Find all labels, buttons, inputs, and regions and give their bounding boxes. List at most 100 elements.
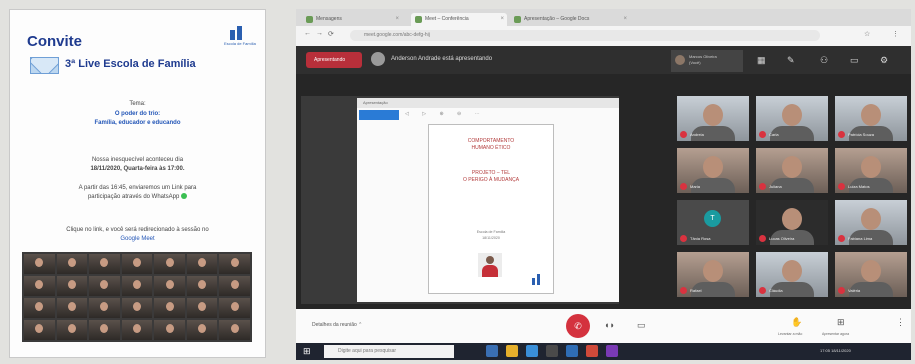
presenting-button[interactable]: Apresentando [306,52,362,68]
taskbar-search[interactable]: Digite aqui para pesquisar [324,345,454,358]
meeting-details-button[interactable]: Detalhes da reunião ⌃ [312,322,362,328]
participant-name: Valéria [848,288,861,293]
camera-icon[interactable]: ▭ [637,320,646,331]
slide-caption-1: Escola de Família [476,230,506,234]
layout-icon[interactable]: ▦ [757,55,766,66]
back-icon[interactable]: ← [304,30,311,37]
participant-tile[interactable]: Cláudia [756,252,828,297]
pin-icon[interactable]: ✎ [787,55,795,66]
grid-thumbnail-cell [24,276,55,296]
browser-tab[interactable]: Mensagens × [302,13,402,26]
participant-face [861,156,881,178]
tab-close-icon[interactable]: × [395,13,399,26]
tab-close-icon[interactable]: × [500,13,504,26]
forward-icon[interactable]: → [316,30,323,37]
chrome-icon[interactable] [586,345,598,357]
mic-muted-icon [759,235,766,242]
participant-face [782,156,802,178]
participant-name: Lucas Oliveira [769,236,795,241]
google-meet-link[interactable]: Google Meet [20,235,255,243]
grid-thumbnail-cell [186,298,218,318]
slide-toolbar-button[interactable] [359,110,399,120]
meeting-line-1: Nossa inesquecível aconteceu dia [91,157,184,163]
present-now-label[interactable]: Apresentar agora [822,332,849,336]
more-options-icon[interactable]: ⋮ [896,317,905,328]
participant-name: Tânia Rosa [690,236,711,241]
mic-muted-icon [838,131,845,138]
task-view-icon[interactable] [486,345,498,357]
mail-icon[interactable] [566,345,578,357]
meet-top-bar [296,46,911,74]
end-call-button[interactable]: ✆ [566,314,590,338]
participant-face [703,260,723,282]
slide-person-image [478,253,502,277]
grid-thumbnail-cell [154,298,185,318]
grid-thumbnail-cell [186,254,218,274]
mic-muted-icon [759,131,766,138]
participant-tile[interactable]: Juliana [756,148,828,193]
reload-icon[interactable]: ⟳ [328,30,334,38]
address-bar[interactable]: meet.google.com/abc-defg-hij [350,30,820,41]
participant-face [782,104,802,126]
grid-thumbnail-cell [56,276,88,296]
mic-muted-icon [680,287,687,294]
invite-line-2: participação através do WhatsApp [87,194,180,200]
browser-menu-icon[interactable]: ⋮ [892,30,899,38]
participant-name: Rafael [690,288,702,293]
windows-start-icon[interactable]: ⊞ [303,346,311,356]
mic-muted-icon [838,183,845,190]
mic-icon[interactable]: ◖◗ [604,320,615,330]
grid-thumbnail-cell [154,276,185,296]
slide-title-2: HUMANO ÉTICO [471,145,511,151]
grid-thumbnail-cell [24,320,55,340]
browser-tab[interactable]: Meet – Conferência × [411,13,507,26]
raise-hand-icon[interactable]: ✋ [791,317,802,328]
participant-name: Carla [769,132,779,137]
file-explorer-icon[interactable] [506,345,518,357]
bookmark-star-icon[interactable]: ☆ [864,30,870,38]
slide-toolbar-icons[interactable]: ◁ ▷ ⊕ ⊖ ⋯ [405,111,486,117]
participant-tile[interactable]: Valéria [835,252,907,297]
presenter-status: Anderson Andrade está apresentando [391,56,493,62]
raise-hand-label[interactable]: Levantar a mão [778,332,802,336]
participant-face [782,208,802,230]
grid-thumbnail-cell [24,254,55,274]
participant-tile[interactable]: Carla [756,96,828,141]
store-icon[interactable] [546,345,558,357]
tab-close-icon[interactable]: × [623,13,627,26]
mic-muted-icon [759,183,766,190]
participant-tile[interactable]: Lucas Oliveira [756,200,828,245]
participant-face [703,156,723,178]
grid-thumbnail-cell [89,320,120,340]
self-view-tile: Marcos Oliveira (Você) [671,50,743,72]
settings-icon[interactable]: ⚙ [880,55,888,66]
tab-label: Meet – Conferência [425,16,469,22]
chat-icon[interactable]: ▭ [850,55,859,66]
grid-thumbnail-cell [219,298,250,318]
grid-thumbnail-cell [186,276,218,296]
slide-caption-2: 18/11/2020 [482,236,500,240]
participant-tile[interactable]: Patrícia Souza [835,96,907,141]
edge-icon[interactable] [526,345,538,357]
participant-tile[interactable]: Fabiana Lima [835,200,907,245]
browser-tab[interactable]: Apresentação – Google Docs × [510,13,630,26]
mic-muted-icon [838,287,845,294]
participant-grid-thumbnail [22,252,252,342]
mic-muted-icon [680,235,687,242]
people-icon[interactable]: ⚇ [820,55,828,66]
participant-initial-avatar: T [704,210,721,227]
participant-name: Juliana [769,184,782,189]
participant-tile[interactable]: Maria [677,148,749,193]
self-sub: (Você) [689,60,701,65]
participant-tile[interactable]: Luiza Matos [835,148,907,193]
envelope-icon [30,57,59,74]
invite-subtitle: 3ª Live Escola de Família [65,58,196,70]
participant-tile[interactable]: Andreia [677,96,749,141]
participant-tile[interactable]: T Tânia Rosa [677,200,749,245]
app-icon[interactable] [606,345,618,357]
grid-thumbnail-cell [186,320,218,340]
participant-tile[interactable]: Rafael [677,252,749,297]
present-now-icon[interactable]: ⊞ [837,317,845,328]
grid-thumbnail-cell [89,254,120,274]
tab-favicon-icon [514,16,521,23]
